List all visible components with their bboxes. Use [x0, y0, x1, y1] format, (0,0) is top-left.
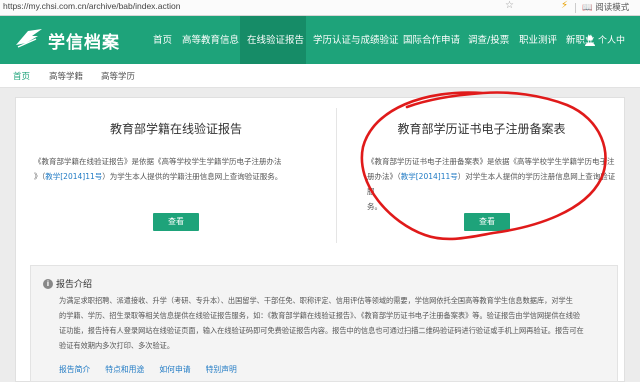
- intro-line: 的学籍、学历、招生录取等相关信息提供在线验证报告服务，如：《教育部学籍在线验证报…: [59, 311, 581, 320]
- nav-international[interactable]: 国际合作申请: [403, 32, 460, 46]
- desc-text: 册办法》（: [367, 172, 401, 181]
- link-features[interactable]: 特点和用途: [105, 365, 144, 374]
- link-report-summary[interactable]: 报告简介: [59, 365, 90, 374]
- degree-certificate-description: 《教育部学历证书电子注册备案表》是依据《高等学校学生学籍学历电子注 册办法》（教…: [367, 154, 617, 214]
- user-icon[interactable]: [584, 34, 596, 46]
- sub-navigation: 首页 高等学籍 高等学历: [0, 64, 640, 88]
- intro-links: 报告简介 特点和用途 如何申请 特别声明: [59, 357, 247, 376]
- browser-address-bar[interactable]: https://my.chsi.com.cn/archive/bab/index…: [0, 0, 640, 16]
- link-disclaimer[interactable]: 特别声明: [206, 365, 237, 374]
- view-degree-certificate-button[interactable]: 查看: [464, 213, 510, 231]
- regulation-link[interactable]: 教学[2014]11号: [401, 172, 458, 181]
- nav-online-verification[interactable]: 在线验证报告: [247, 32, 304, 46]
- enrollment-report-title: 教育部学籍在线验证报告: [109, 122, 242, 136]
- reading-mode-button[interactable]: 📖 阅读模式: [582, 1, 629, 13]
- intro-title: 报告介绍: [56, 280, 93, 290]
- regulation-link[interactable]: 教学[2014]11号: [45, 172, 102, 181]
- intro-line: 证功能，报告持有人登录网站在线验证页面，输入在线验证码即可免费验证报告内容。报告…: [59, 326, 584, 335]
- nav-survey[interactable]: 调查/投票: [468, 32, 509, 46]
- nav-career-test[interactable]: 职业测评: [519, 32, 557, 46]
- view-enrollment-report-button[interactable]: 查看: [153, 213, 199, 231]
- user-center-link[interactable]: 个人中: [598, 33, 625, 46]
- enrollment-report-description: 《教育部学籍在线验证报告》是依据《高等学校学生学籍学历电子注册办法 》（教学[2…: [34, 154, 324, 184]
- intro-header: i 报告介绍: [43, 273, 92, 292]
- desc-text: 务。: [367, 202, 382, 211]
- subnav-home[interactable]: 首页: [13, 70, 30, 82]
- nav-higher-education[interactable]: 高等教育信息: [182, 32, 239, 46]
- address-url[interactable]: https://my.chsi.com.cn/archive/bab/index…: [3, 1, 180, 11]
- nav-degree-certification[interactable]: 学历认证与成绩验证: [313, 32, 399, 46]
- subnav-degree[interactable]: 高等学历: [101, 70, 135, 82]
- bookmark-star-icon[interactable]: ☆: [505, 0, 514, 11]
- nav-home[interactable]: 首页: [153, 32, 172, 46]
- desc-text: ）为学生本人提供的学籍注册信息网上查询验证服务。: [102, 172, 283, 181]
- intro-line: 为满足求职招聘、派遣接收、升学（考研、专升本）、出国留学、干部任免、职称评定、信…: [59, 296, 573, 305]
- book-icon: 📖: [582, 3, 593, 13]
- link-how-to-apply[interactable]: 如何申请: [159, 365, 190, 374]
- degree-certificate-panel: 教育部学历证书电子注册备案表 《教育部学历证书电子注册备案表》是依据《高等学校学…: [337, 98, 626, 250]
- intro-line: 验证有效期内多次打印、多次验证。: [59, 341, 175, 350]
- site-header: 学信档案 首页 高等教育信息 在线验证报告 学历认证与成绩验证 国际合作申请 调…: [0, 16, 640, 64]
- desc-text: 《教育部学历证书电子注册备案表》是依据《高等学校学生学籍学历电子注: [367, 157, 615, 166]
- report-intro-box: i 报告介绍 为满足求职招聘、派遣接收、升学（考研、专升本）、出国留学、干部任免、…: [30, 265, 618, 382]
- enrollment-report-panel: 教育部学籍在线验证报告 《教育部学籍在线验证报告》是依据《高等学校学生学籍学历电…: [16, 98, 336, 250]
- logo-text: 学信档案: [48, 33, 120, 53]
- reading-mode-label: 阅读模式: [595, 3, 630, 13]
- subnav-enrollment[interactable]: 高等学籍: [49, 70, 83, 82]
- info-icon: i: [43, 278, 53, 289]
- desc-text: 》（: [34, 172, 46, 181]
- toolbar-divider: [575, 3, 576, 13]
- degree-certificate-title: 教育部学历证书电子注册备案表: [397, 122, 566, 136]
- lightning-icon[interactable]: ⚡: [561, 0, 568, 11]
- logo-wing-icon: [16, 29, 42, 48]
- site-logo[interactable]: 学信档案: [14, 25, 124, 55]
- desc-text: 《教育部学籍在线验证报告》是依据《高等学校学生学籍学历电子注册办法: [34, 157, 282, 166]
- intro-body: 为满足求职招聘、派遣接收、升学（考研、专升本）、出国留学、干部任免、职称评定、信…: [59, 293, 611, 353]
